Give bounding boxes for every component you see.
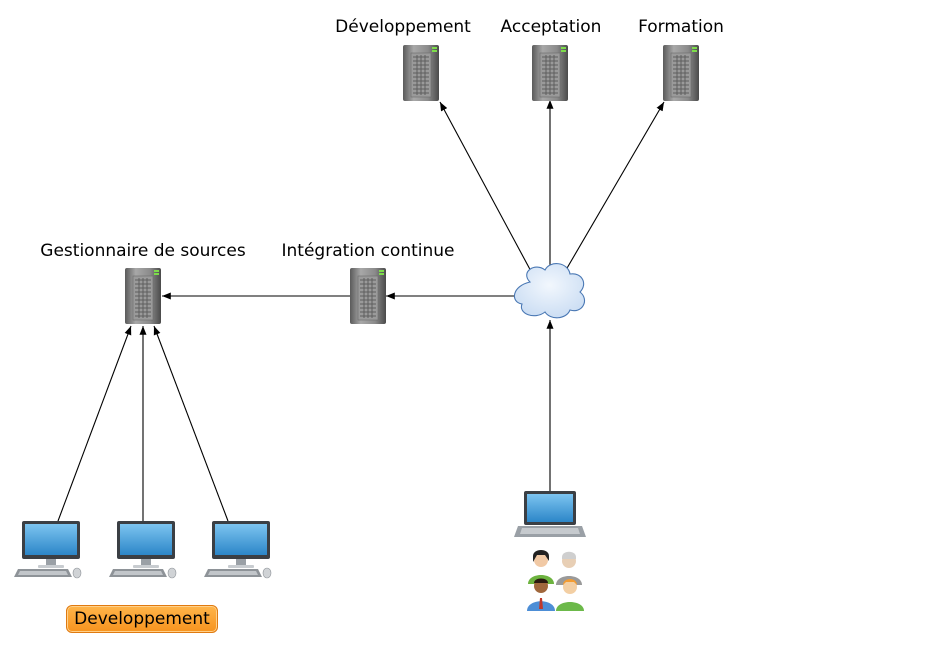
laptop-icon — [514, 491, 586, 537]
label-acceptance-server: Acceptation — [500, 17, 602, 37]
label-source-control-server: Gestionnaire de sources — [40, 241, 246, 261]
server-acceptance-icon — [531, 44, 569, 102]
label-dev-server: Développement — [335, 17, 471, 37]
edge-cloud-to-training — [562, 101, 665, 276]
edge-desktop1-to-source-control — [57, 325, 132, 522]
desktop-computer-2-icon — [108, 520, 177, 579]
deployment-diagram — [13, 44, 700, 611]
developpement-badge[interactable]: Developpement — [66, 605, 218, 633]
server-source-control-icon — [124, 267, 162, 325]
user-group-icon — [527, 550, 584, 611]
server-dev-icon — [402, 44, 440, 102]
label-ci-server: Intégration continue — [281, 241, 455, 261]
server-ci-icon — [349, 267, 387, 325]
cloud-icon — [513, 263, 585, 319]
edge-desktop3-to-source-control — [153, 325, 229, 522]
server-training-icon — [662, 44, 700, 102]
label-training-server: Formation — [638, 17, 724, 37]
desktop-computer-3-icon — [203, 520, 272, 579]
desktop-computer-1-icon — [13, 520, 82, 579]
